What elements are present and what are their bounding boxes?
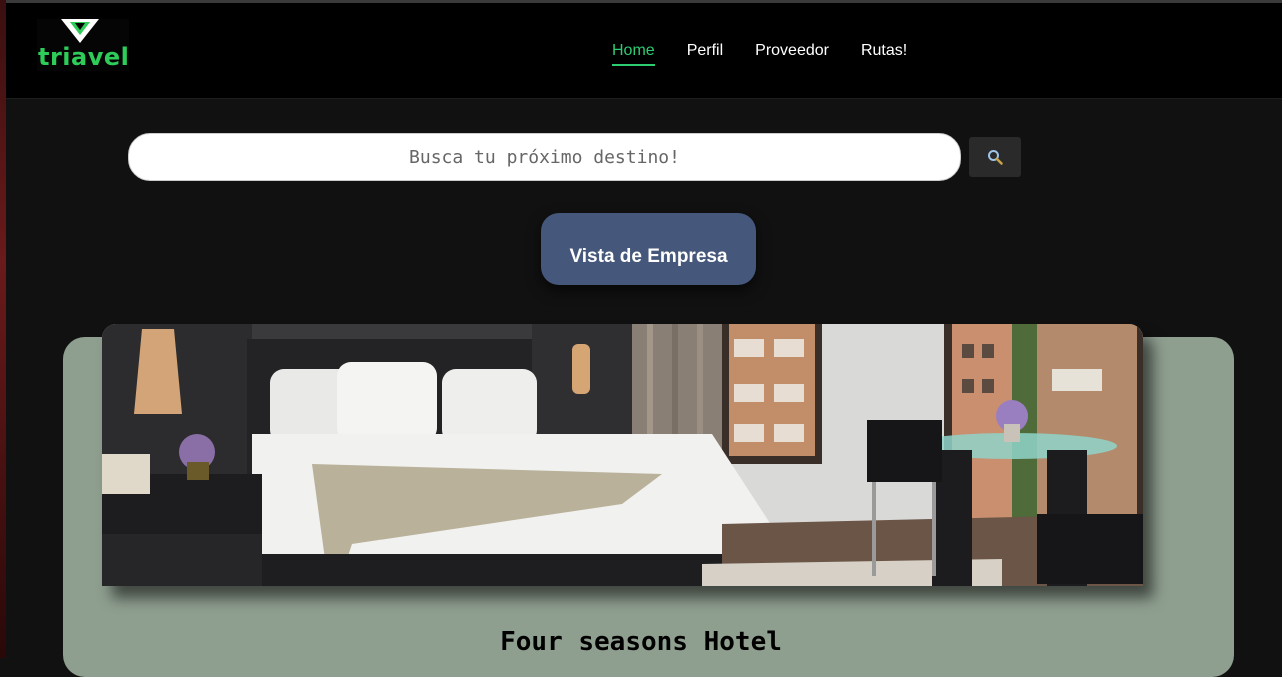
brand-name: triavel	[38, 43, 130, 71]
logo[interactable]: triavel	[37, 19, 129, 71]
search-input[interactable]	[128, 133, 961, 181]
hotel-room-image[interactable]	[102, 324, 1143, 586]
nav-item-rutas[interactable]: Rutas!	[861, 3, 907, 99]
nav-item-perfil[interactable]: Perfil	[687, 3, 723, 99]
vista-empresa-button[interactable]: Vista de Empresa	[541, 213, 756, 285]
hotel-room-picture	[102, 324, 1143, 586]
triangle-logo-icon	[61, 19, 99, 43]
navbar: triavel Home Perfil Proveedor Rutas!	[6, 3, 1282, 99]
nav-item-home[interactable]: Home	[612, 3, 655, 99]
nav-menu: Home Perfil Proveedor Rutas!	[612, 3, 907, 99]
nav-item-proveedor[interactable]: Proveedor	[755, 3, 829, 99]
search-button[interactable]	[969, 137, 1021, 177]
hotel-title: Four seasons Hotel	[500, 627, 782, 657]
search-icon	[988, 150, 1003, 165]
